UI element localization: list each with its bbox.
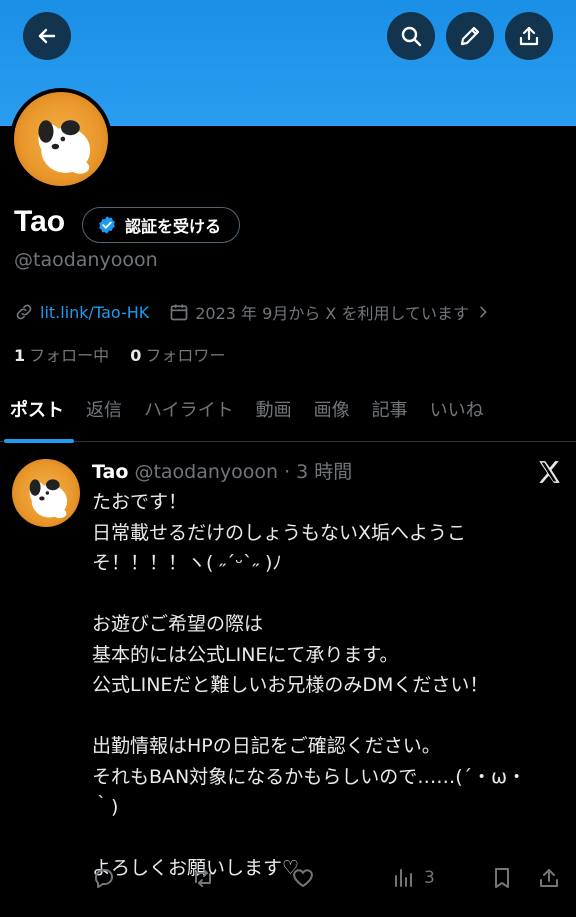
share-post-button[interactable] xyxy=(537,866,561,890)
tab-videos[interactable]: 動画 xyxy=(246,388,304,442)
profile-tabs: ポスト 返信 ハイライト 動画 画像 記事 いいね xyxy=(0,388,576,443)
profile-handle: @taodanyooon xyxy=(14,249,158,271)
heart-icon xyxy=(293,869,313,887)
profile-info-row: lit.link/Tao-HK 2023 年 9月から X を利用しています xyxy=(14,300,491,324)
tab-images[interactable]: 画像 xyxy=(304,388,362,442)
avatar-image xyxy=(14,92,108,186)
share-button[interactable] xyxy=(505,12,553,60)
repost-button[interactable] xyxy=(191,866,215,890)
tab-articles[interactable]: 記事 xyxy=(362,388,420,442)
profile-name: Tao xyxy=(14,205,66,238)
reply-icon xyxy=(94,869,113,888)
views-count: 3 xyxy=(424,868,435,888)
edit-button[interactable] xyxy=(446,12,494,60)
post-avatar[interactable] xyxy=(12,459,80,527)
post-header: Tao @taodanyooon · 3 時間 xyxy=(92,457,352,484)
chevron-right-icon[interactable] xyxy=(475,304,491,320)
following-label: フォロー中 xyxy=(29,346,110,365)
following-count: 1 xyxy=(14,346,26,365)
follow-stats: 1 フォロー中 0 フォロワー xyxy=(14,342,225,366)
tab-posts[interactable]: ポスト xyxy=(0,388,76,443)
post-actions: 3 xyxy=(0,866,576,896)
views-button[interactable]: 3 xyxy=(392,866,435,890)
post-handle-time: @taodanyooon · 3 時間 xyxy=(134,461,353,483)
like-button[interactable] xyxy=(291,866,315,890)
link-icon xyxy=(16,304,32,320)
x-logo-icon xyxy=(539,461,560,483)
tab-likes[interactable]: いいね xyxy=(420,388,496,442)
followers-count: 0 xyxy=(130,346,142,365)
tab-highlights[interactable]: ハイライト xyxy=(134,388,246,442)
followers-label: フォロワー xyxy=(145,346,226,365)
following-stat[interactable]: 1 フォロー中 xyxy=(14,346,109,365)
profile-avatar[interactable] xyxy=(10,88,112,190)
search-button[interactable] xyxy=(387,12,435,60)
search-icon xyxy=(401,26,422,47)
calendar-icon xyxy=(170,304,188,321)
back-button[interactable] xyxy=(23,12,71,60)
verified-badge-icon xyxy=(99,216,115,234)
profile-link[interactable]: lit.link/Tao-HK xyxy=(40,303,149,322)
get-verified-button[interactable]: 認証を受ける xyxy=(82,207,241,243)
panda-dog-illustration xyxy=(38,120,91,174)
followers-stat[interactable]: 0 フォロワー xyxy=(130,346,225,365)
joined-date[interactable]: 2023 年 9月から X を利用しています xyxy=(195,300,469,324)
post-item[interactable]: Tao @taodanyooon · 3 時間 たおです！ 日常載せるだけのしょ… xyxy=(0,443,576,917)
post-text: たおです！ 日常載せるだけのしょうもないX垢へようこ そ！！！！ヽ( ˶ˊᵕˋ˶… xyxy=(92,491,527,879)
panda-dog-illustration xyxy=(29,479,68,519)
upload-icon xyxy=(540,869,558,887)
analytics-icon xyxy=(395,869,412,887)
bookmark-button[interactable] xyxy=(490,866,514,890)
pencil-icon xyxy=(460,26,480,46)
upload-icon xyxy=(519,26,539,46)
bookmark-icon xyxy=(495,868,509,888)
tab-replies[interactable]: 返信 xyxy=(76,388,134,442)
repost-icon xyxy=(195,869,211,887)
post-author-name[interactable]: Tao xyxy=(92,461,128,483)
arrow-left-icon xyxy=(38,28,56,44)
get-verified-label: 認証を受ける xyxy=(125,217,222,236)
reply-button[interactable] xyxy=(92,866,116,890)
